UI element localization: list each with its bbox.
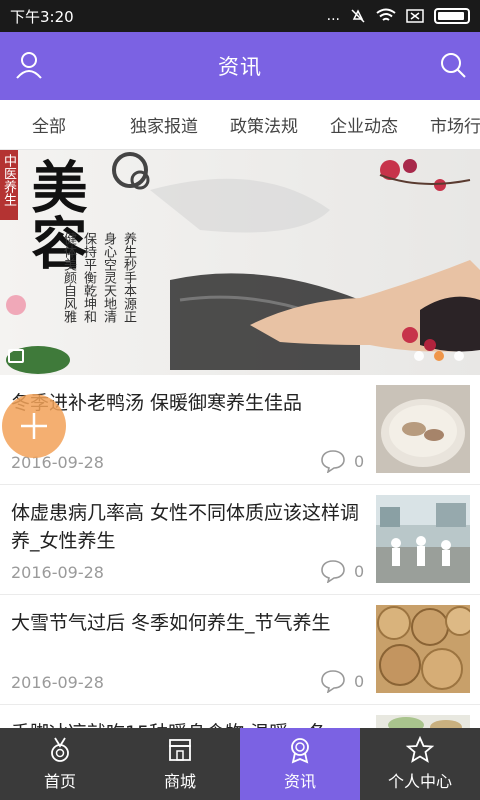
- news-title: 体虚患病几率高 女性不同体质应该这样调养_女性养生: [11, 502, 360, 552]
- status-time: 下午3:20: [10, 7, 74, 26]
- poem-line: 健体美颜自风雅: [61, 232, 76, 323]
- news-title: 大雪节气过后 冬季如何养生_节气养生: [11, 612, 331, 634]
- more-dots: ...: [326, 8, 340, 24]
- news-item[interactable]: 手脚冰凉就吃15种暖身食物 温暖一冬: [0, 705, 480, 728]
- news-date: 2016-09-28: [11, 563, 104, 582]
- news-thumbnail: [376, 385, 470, 473]
- news-item[interactable]: 冬季进补老鸭汤 保暖御寒养生佳品 2016-09-28 0: [0, 375, 480, 485]
- tab-market[interactable]: 市场行情: [414, 112, 480, 137]
- news-thumbnail: [376, 715, 470, 728]
- carousel-dot[interactable]: [414, 351, 424, 361]
- comment-icon: [321, 450, 345, 473]
- tab-company-news[interactable]: 企业动态: [314, 112, 414, 137]
- poem-line: 养生秒手本源正: [121, 232, 136, 323]
- add-button[interactable]: [2, 394, 66, 458]
- nav-label: 个人中心: [387, 772, 452, 791]
- medal-icon: [51, 737, 69, 762]
- nav-news[interactable]: 资讯: [240, 728, 360, 800]
- badge-icon: [291, 738, 309, 764]
- poem-line: 身心空灵天地清: [101, 232, 116, 323]
- store-icon: [169, 739, 191, 761]
- carousel-dot[interactable]: [454, 351, 464, 361]
- tab-all[interactable]: 全部: [0, 112, 114, 137]
- comment-icon: [321, 670, 345, 693]
- plus-icon: [21, 413, 47, 439]
- banner-poem: 养生秒手本源正 身心空灵天地清 保持平衡乾坤和 健体美颜自风雅: [61, 232, 138, 323]
- mute-icon: [351, 9, 365, 23]
- comment-count[interactable]: 0: [320, 559, 364, 583]
- page-title: 资讯: [218, 55, 262, 79]
- comment-icon: [321, 560, 345, 583]
- status-icons: ...: [327, 8, 470, 24]
- comment-number: 0: [354, 561, 365, 581]
- user-icon[interactable]: [14, 50, 44, 80]
- star-icon: [406, 736, 434, 763]
- image-icon: [8, 349, 24, 363]
- wifi-icon: [376, 8, 396, 21]
- search-icon[interactable]: [438, 50, 468, 80]
- news-date: 2016-09-28: [11, 673, 104, 692]
- comment-count[interactable]: 0: [320, 669, 364, 693]
- banner-carousel[interactable]: 中医养生 美容 养生秒手本源正 身心空灵天地清 保持平衡乾坤和 健体美颜自风雅: [0, 150, 480, 375]
- nav-label: 首页: [43, 772, 76, 791]
- sim-icon: [406, 9, 424, 23]
- news-thumbnail: [376, 605, 470, 693]
- banner-vertical-label: 中医养生: [1, 154, 16, 206]
- category-tabs: 全部 独家报道 政策法规 企业动态 市场行情: [0, 100, 480, 150]
- comment-number: 0: [354, 671, 365, 691]
- comment-count[interactable]: 0: [320, 449, 364, 473]
- news-item[interactable]: 大雪节气过后 冬季如何养生_节气养生 2016-09-28 0: [0, 595, 480, 705]
- news-title: 手脚冰凉就吃15种暖身食物 温暖一冬: [11, 719, 361, 728]
- carousel-dots: [414, 351, 464, 361]
- poem-line: 保持平衡乾坤和: [81, 232, 96, 323]
- news-item[interactable]: 体虚患病几率高 女性不同体质应该这样调养_女性养生 2016-09-28 0: [0, 485, 480, 595]
- comment-number: 0: [354, 451, 365, 471]
- carousel-dot-active[interactable]: [434, 351, 444, 361]
- nav-home[interactable]: 首页: [0, 728, 120, 800]
- nav-store[interactable]: 商城: [120, 728, 240, 800]
- news-list: 冬季进补老鸭汤 保暖御寒养生佳品 2016-09-28 0 体虚患病几率高 女性…: [0, 375, 480, 728]
- news-thumbnail: [376, 495, 470, 583]
- tab-policy[interactable]: 政策法规: [214, 112, 314, 137]
- status-bar: 下午3:20 ...: [0, 0, 480, 32]
- bottom-nav: 首页 商城 资讯 个人中心: [0, 728, 480, 800]
- app-header: 资讯: [0, 32, 480, 100]
- tab-exclusive[interactable]: 独家报道: [114, 112, 214, 137]
- nav-profile[interactable]: 个人中心: [360, 728, 480, 800]
- battery-icon: [434, 8, 470, 24]
- nav-label: 商城: [163, 772, 196, 791]
- nav-label: 资讯: [283, 772, 316, 791]
